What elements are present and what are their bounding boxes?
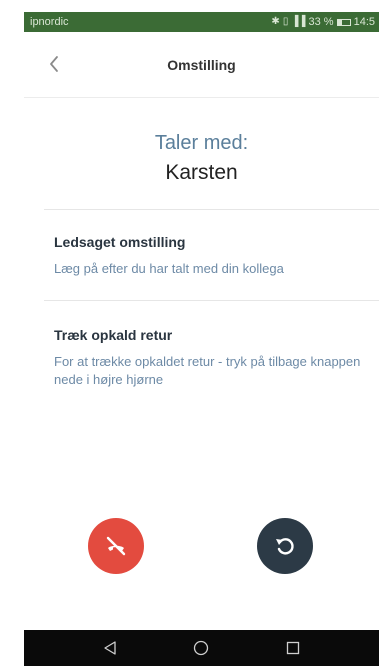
phone-frame: ipnordic ✱ ▯ ▐▐ 33 % 14:5 Omstilling Tal… xyxy=(24,12,379,666)
nav-home-icon xyxy=(194,640,209,656)
status-icons: ✱ ▯ ▐▐ 33 % 14:5 xyxy=(271,16,375,28)
call-info: Taler med: Karsten xyxy=(24,132,379,185)
chevron-left-icon xyxy=(50,56,58,72)
divider xyxy=(44,209,379,210)
nav-home-button[interactable] xyxy=(186,633,216,663)
hangup-icon xyxy=(106,536,126,556)
header: Omstilling xyxy=(24,32,379,98)
section-description: For at trække opkaldet retur - tryk på t… xyxy=(54,354,361,387)
nav-recents-icon xyxy=(286,641,300,655)
talking-with-label: Taler med: xyxy=(154,132,249,154)
battery-icon xyxy=(336,18,351,26)
back-button[interactable] xyxy=(40,50,68,78)
return-call-button[interactable] xyxy=(257,518,313,574)
clock: 14:5 xyxy=(353,16,375,28)
page-title: Omstilling xyxy=(167,56,236,73)
return-icon xyxy=(276,538,294,555)
caller-name: Karsten xyxy=(165,161,238,184)
battery-percent: 33 % xyxy=(308,16,334,28)
section-title: Ledsaget omstilling xyxy=(54,234,186,250)
vibrate-icon: ▯ xyxy=(282,16,289,27)
status-bar: ipnordic ✱ ▯ ▐▐ 33 % 14:5 xyxy=(24,12,379,32)
divider xyxy=(44,300,379,301)
section-description: Læg på efter du har talt med din kollega xyxy=(54,261,284,276)
section-retrieve-call: Træk opkald retur For at trække opkaldet… xyxy=(54,327,369,389)
nav-recents-button[interactable] xyxy=(278,633,308,663)
navigation-bar xyxy=(24,630,379,666)
section-attended-transfer: Ledsaget omstilling Læg på efter du har … xyxy=(54,234,369,278)
section-title: Træk opkald retur xyxy=(54,327,173,343)
signal-icon: ▐▐ xyxy=(291,16,306,27)
nav-back-icon xyxy=(104,641,116,655)
left-edge xyxy=(0,0,24,666)
carrier-label: ipnordic xyxy=(30,16,69,28)
nav-back-button[interactable] xyxy=(95,633,125,663)
hangup-button[interactable] xyxy=(88,518,144,574)
bluetooth-icon: ✱ xyxy=(271,16,280,27)
screen: ipnordic ✱ ▯ ▐▐ 33 % 14:5 Omstilling Tal… xyxy=(0,0,379,666)
